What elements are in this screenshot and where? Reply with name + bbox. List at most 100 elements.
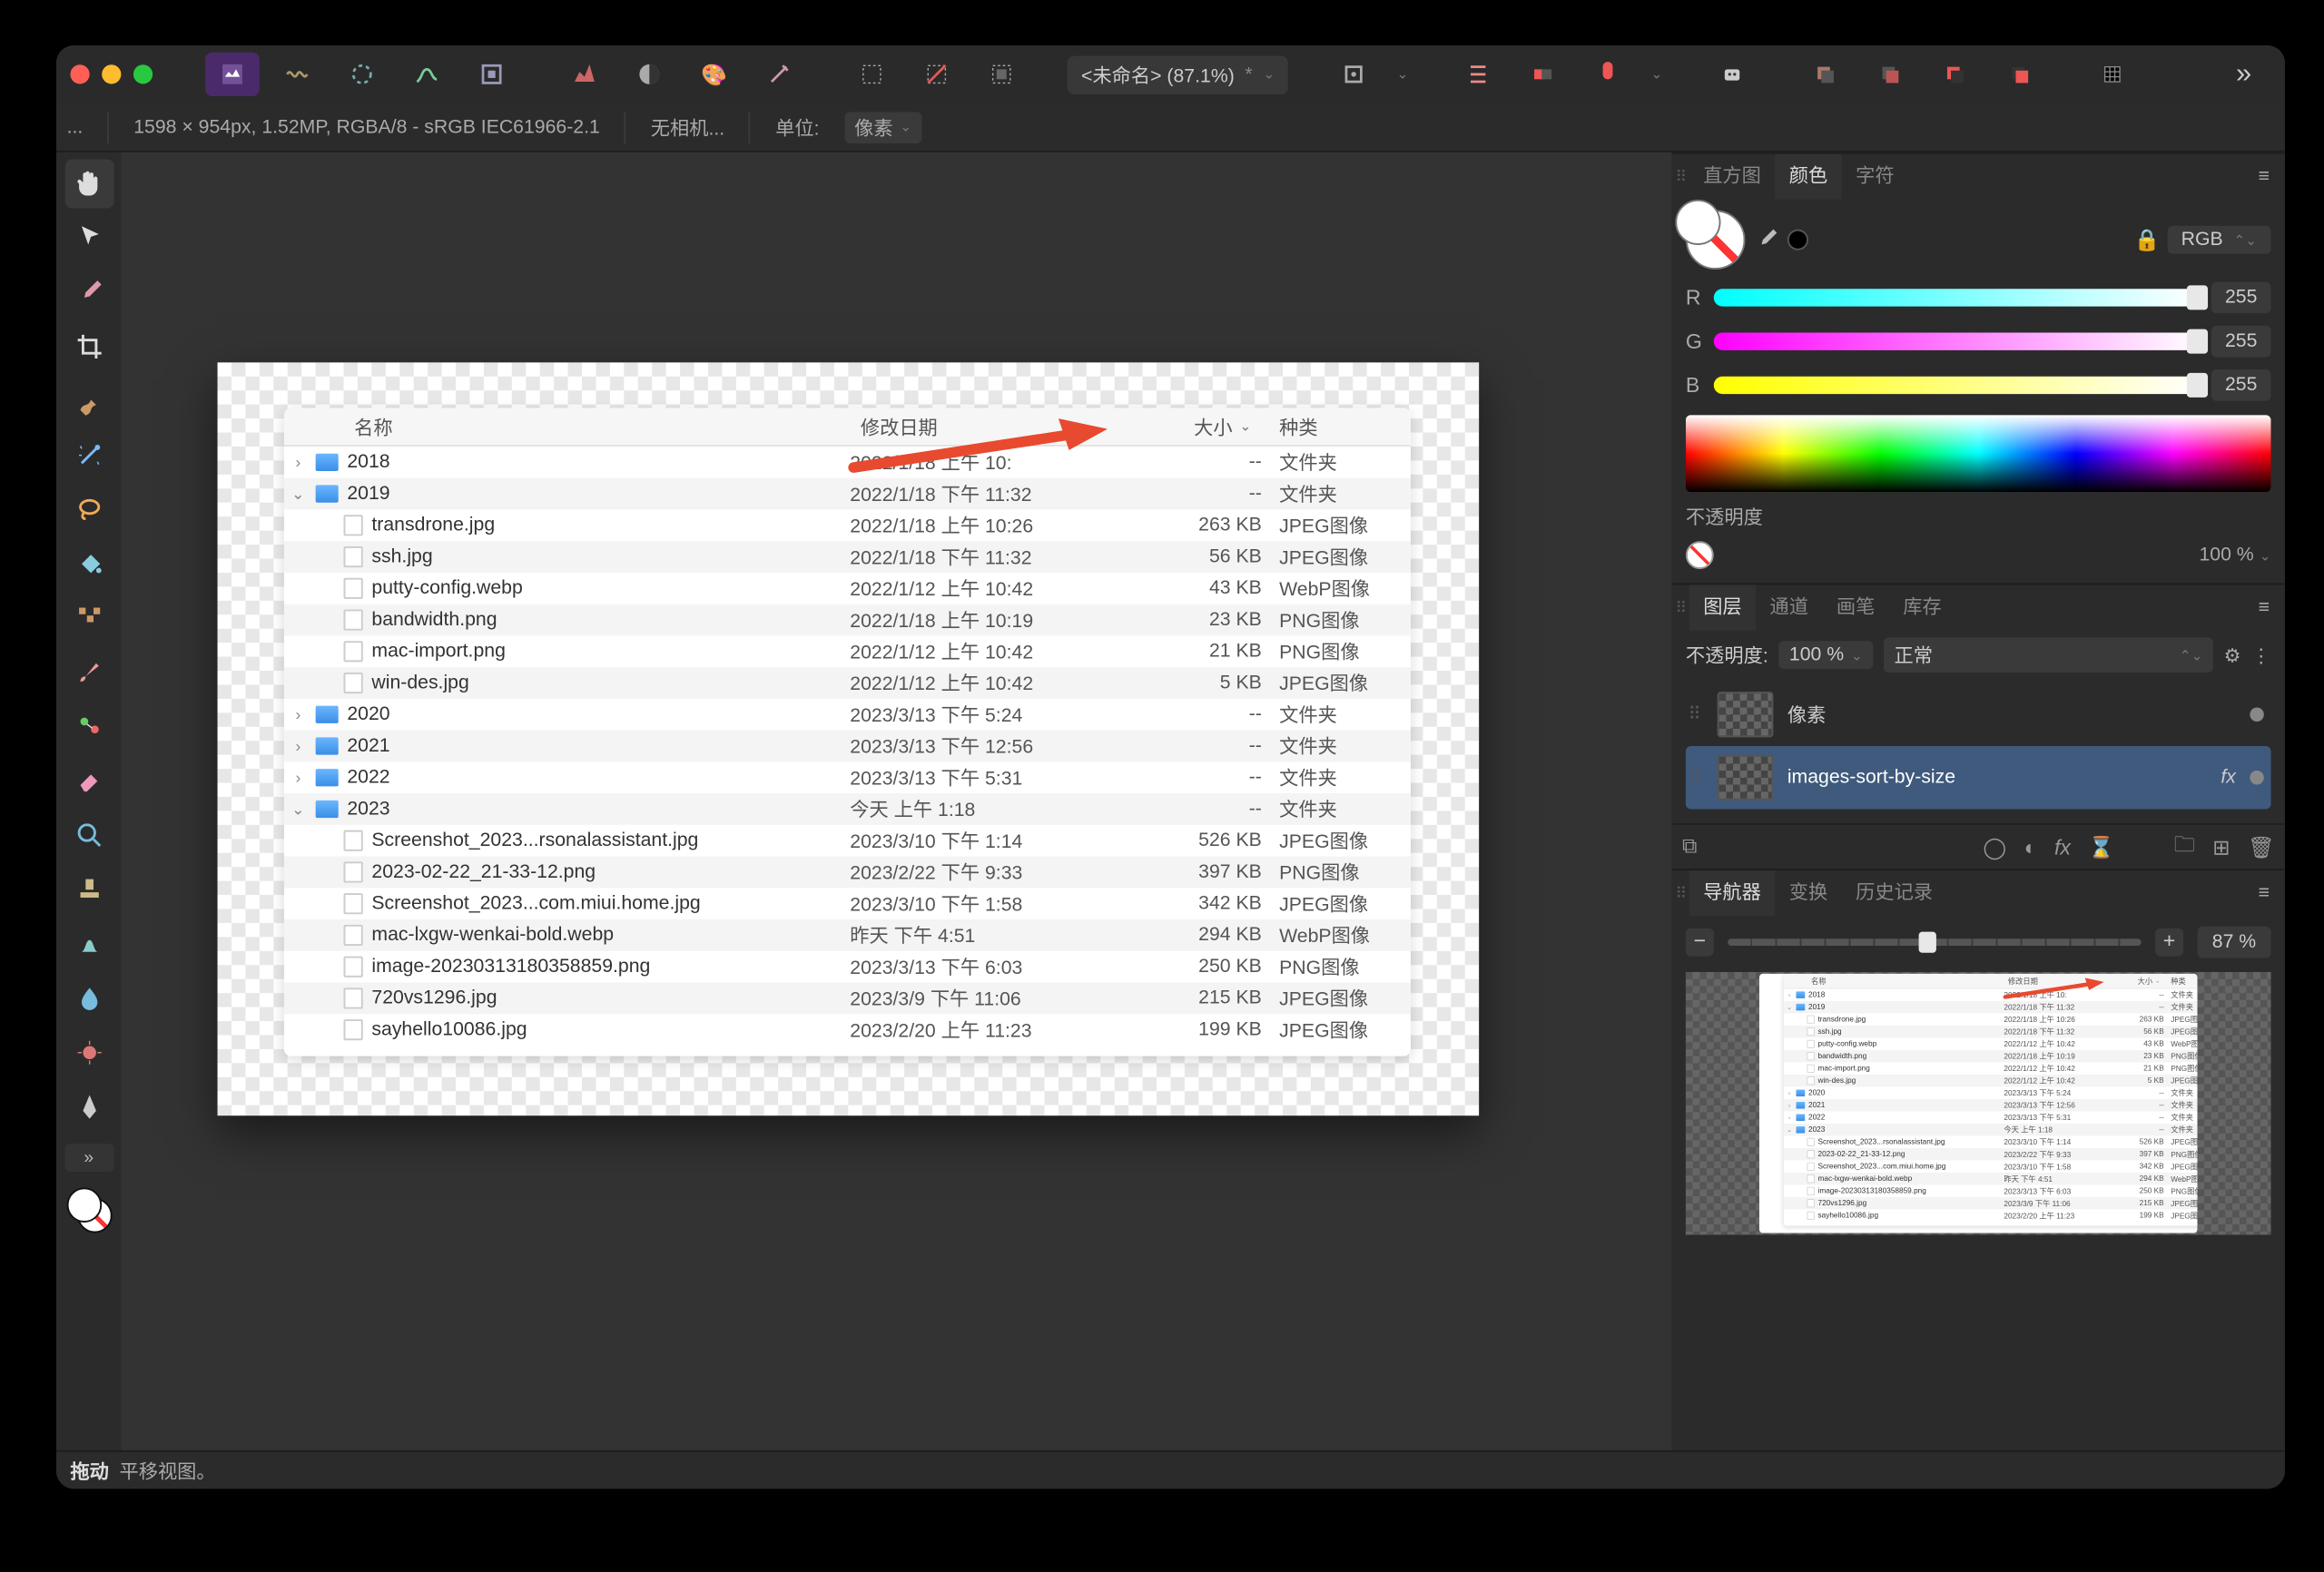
toolbar-overflow-icon[interactable]: »: [2217, 53, 2271, 96]
finder-row[interactable]: transdrone.jpg2022/1/18 上午 10:26263 KBJP…: [1784, 1013, 2197, 1026]
finder-row[interactable]: Screenshot_2023...rsonalassistant.jpg202…: [284, 825, 1411, 857]
persona-photo-icon[interactable]: [205, 53, 260, 96]
zoom-in-button[interactable]: +: [2155, 928, 2183, 957]
finder-row[interactable]: ssh.jpg2022/1/18 下午 11:3256 KBJPEG图像: [284, 541, 1411, 573]
levels-icon[interactable]: [557, 53, 612, 96]
magic-wand-tool[interactable]: [64, 431, 113, 480]
hand-tool[interactable]: [64, 159, 113, 208]
brush-tool[interactable]: [64, 648, 113, 697]
layer-adjust-icon[interactable]: ◐: [2024, 834, 2037, 859]
finder-row[interactable]: Screenshot_2023...rsonalassistant.jpg202…: [1784, 1135, 2197, 1148]
dodge-tool[interactable]: [64, 1028, 113, 1077]
chevron-small-icon[interactable]: ⌄: [1392, 53, 1413, 96]
finder-row[interactable]: ⌄20192022/1/18 下午 11:32--文件夹: [284, 478, 1411, 510]
eyedropper-icon[interactable]: [1752, 226, 1780, 254]
panel-grip-icon[interactable]: ⠿: [1675, 167, 1689, 186]
assistant-icon[interactable]: [1706, 53, 1760, 96]
finder-row[interactable]: ⌄20192022/1/18 下午 11:32--文件夹: [1784, 1001, 2197, 1014]
finder-row[interactable]: 720vs1296.jpg2023/3/9 下午 11:06215 KBJPEG…: [284, 983, 1411, 1015]
lasso-tool[interactable]: [64, 485, 113, 534]
crop-tool[interactable]: [64, 322, 113, 371]
snap-icon[interactable]: [1581, 53, 1636, 96]
panel-grip-icon[interactable]: ⠿: [1675, 884, 1689, 903]
blur-tool[interactable]: [64, 974, 113, 1023]
flood-fill-tool[interactable]: [64, 539, 113, 588]
tab-layers[interactable]: 图层: [1689, 585, 1756, 630]
tab-histogram[interactable]: 直方图: [1689, 154, 1776, 200]
persona-liquify-icon[interactable]: [270, 53, 324, 96]
column-header-kind[interactable]: 种类: [2164, 976, 2198, 987]
column-header-size[interactable]: 大小⌄: [2116, 976, 2164, 987]
marquee-select-icon[interactable]: [845, 53, 900, 96]
panel-menu-icon[interactable]: ≡: [2243, 597, 2285, 618]
layer-fx-icon[interactable]: fx: [2054, 834, 2071, 859]
zoom-value[interactable]: 87 %: [2197, 927, 2270, 958]
finder-row[interactable]: ssh.jpg2022/1/18 下午 11:3256 KBJPEG图像: [1784, 1026, 2197, 1038]
marquee-deselect-icon[interactable]: [910, 53, 964, 96]
finder-row[interactable]: mac-lxgw-wenkai-bold.webp昨天 下午 4:51294 K…: [284, 919, 1411, 951]
marquee-invert-icon[interactable]: [974, 53, 1029, 96]
red-value[interactable]: 255: [2211, 282, 2271, 314]
arrange-icon[interactable]: [1516, 53, 1571, 96]
selection-brush-tool[interactable]: [64, 377, 113, 426]
finder-row[interactable]: ›20212023/3/13 下午 12:56--文件夹: [1784, 1099, 2197, 1112]
finder-row[interactable]: putty-config.webp2022/1/12 上午 10:4243 KB…: [284, 573, 1411, 604]
align-icon[interactable]: [1452, 53, 1506, 96]
recent-color-icon[interactable]: [1787, 230, 1808, 251]
layer-mask-icon[interactable]: ◯: [1983, 834, 2006, 859]
tab-navigator[interactable]: 导航器: [1689, 870, 1776, 916]
finder-row[interactable]: ›20202023/3/13 下午 5:24--文件夹: [1784, 1086, 2197, 1099]
opacity-value[interactable]: 100 % ⌄: [2199, 545, 2270, 565]
finder-row[interactable]: mac-import.png2022/1/12 上午 10:4221 KBPNG…: [284, 635, 1411, 667]
finder-row[interactable]: ›20222023/3/13 下午 5:31--文件夹: [1784, 1111, 2197, 1124]
document-title[interactable]: <未命名> (87.1%) * ⌄: [1068, 55, 1289, 93]
gear-icon[interactable]: ⚙: [2224, 644, 2241, 666]
tab-history[interactable]: 历史记录: [1842, 870, 1947, 916]
erase-tool[interactable]: [64, 757, 113, 806]
layer-link-icon[interactable]: ⧉: [1682, 834, 1698, 860]
tab-channels[interactable]: 通道: [1756, 585, 1822, 630]
column-header-name[interactable]: 名称: [284, 412, 850, 440]
finder-row[interactable]: Screenshot_2023...com.miui.home.jpg2023/…: [284, 888, 1411, 919]
move-tool[interactable]: [64, 213, 113, 262]
finder-row[interactable]: mac-import.png2022/1/12 上午 10:4221 KBPNG…: [1784, 1062, 2197, 1075]
layer-folder-icon[interactable]: 🗀: [2174, 829, 2195, 866]
layer-new-icon[interactable]: ⊞: [2212, 834, 2230, 859]
persona-tonemap-icon[interactable]: [399, 53, 454, 96]
quicklook-icon[interactable]: [1327, 53, 1382, 96]
finder-row[interactable]: win-des.jpg2022/1/12 上午 10:425 KBJPEG图像: [284, 667, 1411, 699]
tab-stock[interactable]: 库存: [1889, 585, 1955, 630]
finder-row[interactable]: ›20182022/1/18 上午 10:--文件夹: [284, 447, 1411, 478]
finder-row[interactable]: putty-config.webp2022/1/12 上午 10:4243 KB…: [1784, 1037, 2197, 1050]
finder-row[interactable]: transdrone.jpg2022/1/18 上午 10:26263 KBJP…: [284, 509, 1411, 541]
column-header-date[interactable]: 修改日期: [2004, 976, 2116, 987]
tab-brushes[interactable]: 画笔: [1822, 585, 1888, 630]
finder-row[interactable]: ›20212023/3/13 下午 12:56--文件夹: [284, 731, 1411, 762]
healing-tool[interactable]: [64, 702, 113, 752]
finder-row[interactable]: bandwidth.png2022/1/18 上午 10:1923 KBPNG图…: [284, 604, 1411, 636]
kebab-icon[interactable]: ⋮: [2251, 644, 2270, 666]
red-slider[interactable]: [1714, 289, 2201, 306]
color-swatch[interactable]: [1686, 210, 1746, 270]
pen-tool[interactable]: [64, 1083, 113, 1132]
layer-clip-icon[interactable]: ⌛: [2088, 834, 2114, 859]
finder-row[interactable]: bandwidth.png2022/1/18 上午 10:1923 KBPNG图…: [1784, 1050, 2197, 1063]
tab-transform[interactable]: 变换: [1775, 870, 1841, 916]
finder-row[interactable]: 2023-02-22_21-33-12.png2023/2/22 下午 9:33…: [284, 857, 1411, 889]
chevron-small-icon[interactable]: ⌄: [1646, 53, 1667, 96]
finder-row[interactable]: 2023-02-22_21-33-12.png2023/2/22 下午 9:33…: [1784, 1148, 2197, 1161]
canvas[interactable]: 名称 修改日期 大小⌄ 种类 ›20182022/1/18 上午 10:--文件…: [121, 152, 1671, 1450]
layer-opacity-value[interactable]: 100 %⌄: [1778, 641, 1873, 669]
traffic-min-icon[interactable]: [102, 64, 121, 84]
layer-row[interactable]: ⠿像素: [1686, 683, 2271, 746]
green-slider[interactable]: [1714, 333, 2201, 350]
foreground-background-swatch[interactable]: [66, 1187, 112, 1233]
finder-row[interactable]: sayhello10086.jpg2023/2/20 上午 11:23199 K…: [1784, 1210, 2197, 1223]
tab-character[interactable]: 字符: [1842, 154, 1908, 200]
blue-slider[interactable]: [1714, 377, 2201, 394]
unit-select[interactable]: 像素⌄: [844, 111, 922, 142]
zoom-tool[interactable]: [64, 811, 113, 860]
persona-develop-icon[interactable]: [335, 53, 389, 96]
panel-menu-icon[interactable]: ≡: [2243, 883, 2285, 904]
grid-icon[interactable]: [2086, 53, 2141, 96]
